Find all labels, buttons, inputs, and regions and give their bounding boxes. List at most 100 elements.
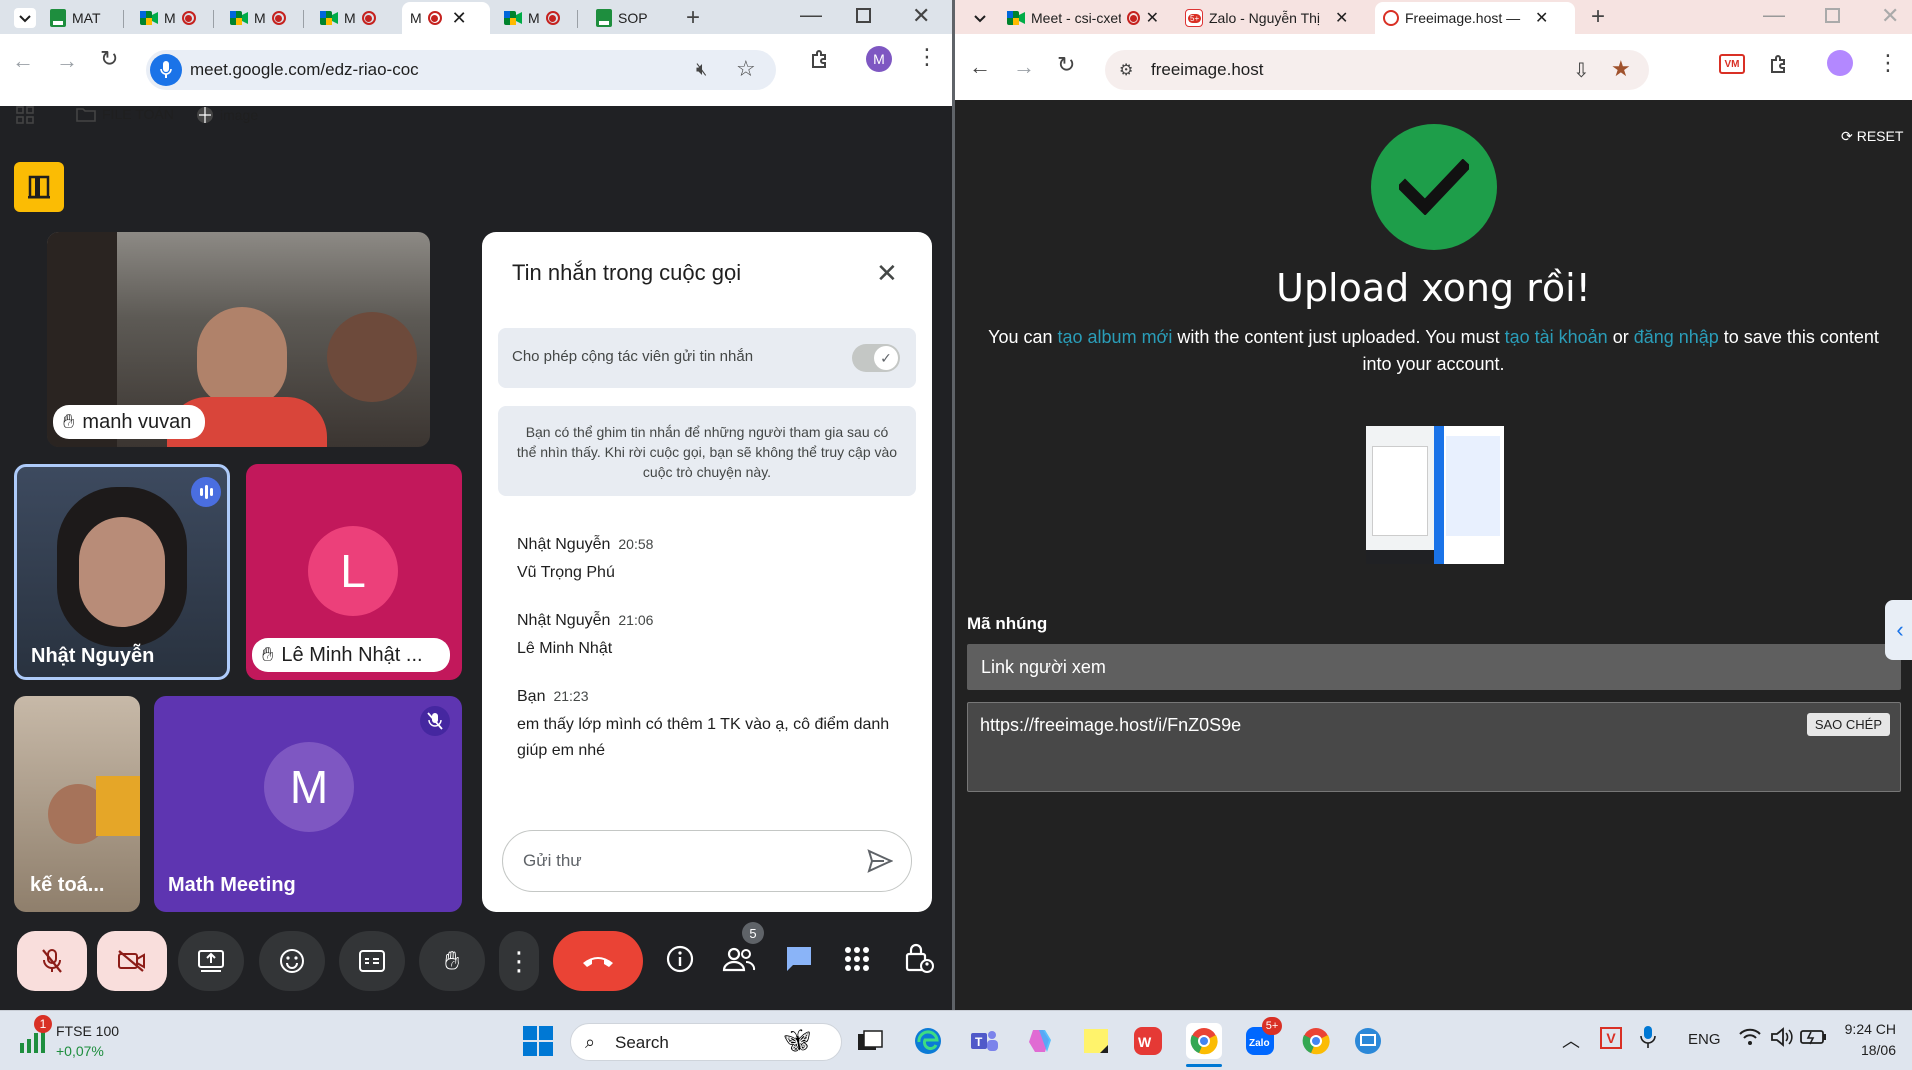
participant-tile-nhat-nguyen[interactable]: Nhật Nguyễn: [14, 464, 230, 680]
tab-mat[interactable]: MAT: [42, 2, 124, 34]
copy-button[interactable]: SAO CHÉP: [1806, 713, 1890, 736]
close-window-icon[interactable]: ✕: [1881, 3, 1899, 29]
uploaded-image-thumbnail[interactable]: [1366, 426, 1504, 564]
close-tab-icon[interactable]: ✕: [1335, 8, 1348, 28]
minimize-icon[interactable]: —: [1763, 2, 1785, 28]
more-options-button[interactable]: ⋮: [499, 931, 539, 991]
edge-icon[interactable]: [910, 1023, 946, 1059]
bookmark-star-icon[interactable]: ☆: [736, 56, 756, 82]
reload-icon[interactable]: ↻: [100, 46, 118, 72]
teams-icon[interactable]: T: [966, 1023, 1002, 1059]
login-link[interactable]: đăng nhập: [1634, 327, 1719, 347]
address-bar[interactable]: meet.google.com/edz-riao-coc 🔇︎ ☆: [146, 50, 776, 90]
microphone-tray-icon[interactable]: [1640, 1025, 1656, 1049]
bookmark-file-toan[interactable]: FILE TOÁN: [76, 106, 174, 122]
reset-button[interactable]: ⟳ RESET: [1841, 128, 1903, 145]
microphone-off-button[interactable]: [17, 931, 87, 991]
close-tab-icon[interactable]: ✕: [1535, 8, 1548, 28]
start-button[interactable]: [522, 1025, 554, 1057]
forward-icon[interactable]: →: [56, 48, 78, 74]
extensions-icon[interactable]: [808, 47, 832, 71]
embed-code-textarea[interactable]: https://freeimage.host/i/FnZ0S9e SAO CHÉ…: [967, 702, 1901, 792]
close-tab-icon[interactable]: ✕: [1146, 8, 1159, 28]
sticky-notes-icon[interactable]: [1078, 1023, 1114, 1059]
chat-message-input[interactable]: Gửi thư: [502, 830, 912, 892]
captions-button[interactable]: [339, 931, 405, 991]
participant-tile-ke-toan[interactable]: kế toá...: [14, 696, 140, 912]
tab-sop[interactable]: SOP: [588, 2, 670, 34]
language-indicator[interactable]: ENG: [1688, 1031, 1721, 1048]
vm-tray-icon[interactable]: V: [1600, 1027, 1622, 1049]
participant-tile-math-meeting[interactable]: M Math Meeting: [154, 696, 462, 912]
microphone-in-use-icon[interactable]: [150, 54, 182, 86]
wps-office-icon[interactable]: W: [1130, 1023, 1166, 1059]
show-hidden-icons-icon[interactable]: ︿: [1562, 1027, 1580, 1053]
bookmark-image[interactable]: image: [196, 106, 258, 124]
participant-tile-le-minh-nhat[interactable]: L ✋︎ Lê Minh Nhật ...: [246, 464, 462, 680]
back-icon[interactable]: ←: [12, 48, 34, 74]
tab-search-button[interactable]: [14, 8, 36, 28]
install-app-icon[interactable]: ⇩: [1573, 58, 1590, 83]
stock-widget[interactable]: 1: [18, 1015, 52, 1055]
tab-meet-active[interactable]: M ✕: [402, 2, 490, 34]
copilot-icon[interactable]: [1022, 1023, 1058, 1059]
allow-messages-toggle[interactable]: ✓: [852, 344, 900, 372]
side-panel-chevron-icon[interactable]: ‹: [1885, 600, 1912, 660]
reload-icon[interactable]: ↻: [1057, 52, 1075, 78]
wifi-icon[interactable]: [1738, 1027, 1762, 1047]
close-window-icon[interactable]: ✕: [912, 3, 930, 29]
activities-button[interactable]: [844, 946, 870, 972]
profile-avatar[interactable]: M: [866, 46, 892, 72]
profile-avatar[interactable]: [1827, 50, 1853, 76]
leave-call-button[interactable]: [553, 931, 643, 991]
meeting-activity-icon[interactable]: [14, 162, 64, 212]
embed-type-select[interactable]: Link người xem: [967, 644, 1901, 690]
zalo-app-icon[interactable]: Zalo 5+: [1242, 1017, 1282, 1059]
apps-icon[interactable]: [16, 106, 34, 124]
tab-freeimage[interactable]: Freeimage.host — ✕: [1375, 2, 1575, 34]
send-icon[interactable]: [867, 849, 893, 873]
clock-time[interactable]: 9:24 CH: [1836, 1021, 1896, 1037]
new-tab-icon[interactable]: +: [1591, 3, 1605, 31]
camera-off-button[interactable]: [97, 931, 167, 991]
extension-vm-icon[interactable]: VM: [1719, 54, 1745, 74]
close-tab-icon[interactable]: ✕: [452, 8, 467, 29]
remote-desktop-icon[interactable]: [1350, 1023, 1386, 1059]
chrome-profile-2-icon[interactable]: [1298, 1023, 1334, 1059]
present-screen-button[interactable]: [178, 931, 244, 991]
tab-meet-4[interactable]: M: [496, 2, 578, 34]
chrome-profile-m-icon[interactable]: [1186, 1023, 1222, 1067]
audio-muted-icon[interactable]: 🔇︎: [696, 59, 707, 80]
new-tab-icon[interactable]: +: [686, 4, 700, 32]
people-button[interactable]: 5: [722, 922, 764, 974]
task-view-icon[interactable]: [852, 1023, 888, 1059]
tab-meet-1[interactable]: M: [132, 2, 214, 34]
host-controls-button[interactable]: [904, 942, 934, 974]
menu-kebab-icon[interactable]: ⋮: [916, 44, 938, 70]
bookmark-star-icon[interactable]: ★: [1611, 56, 1631, 82]
site-info-icon[interactable]: ⚙: [1119, 60, 1133, 80]
tab-search-button[interactable]: [969, 8, 991, 28]
menu-kebab-icon[interactable]: ⋮: [1877, 50, 1899, 76]
minimize-icon[interactable]: —: [800, 2, 822, 28]
address-bar[interactable]: ⚙ freeimage.host ⇩ ★: [1105, 50, 1649, 90]
create-album-link[interactable]: tạo album mới: [1058, 327, 1173, 347]
maximize-icon[interactable]: [856, 8, 871, 23]
volume-icon[interactable]: [1770, 1027, 1794, 1047]
maximize-icon[interactable]: [1825, 8, 1840, 23]
extensions-icon[interactable]: [1767, 52, 1791, 76]
tab-meet[interactable]: Meet - csi-cxet ✕: [999, 2, 1167, 34]
reactions-button[interactable]: [259, 931, 325, 991]
clock-date[interactable]: 18/06: [1836, 1042, 1896, 1058]
create-account-link[interactable]: tạo tài khoản: [1505, 327, 1608, 347]
meeting-info-icon[interactable]: [665, 944, 695, 974]
raise-hand-button[interactable]: ✋︎: [419, 931, 485, 991]
battery-icon[interactable]: [1800, 1028, 1828, 1046]
taskbar-search-box[interactable]: ⌕ Search 🦋︎: [570, 1023, 842, 1061]
participant-tile-manh-vuvan[interactable]: ✋︎ manh vuvan: [47, 232, 430, 447]
back-icon[interactable]: ←: [969, 54, 991, 80]
close-chat-icon[interactable]: ✕: [876, 258, 898, 289]
tab-meet-3[interactable]: M: [312, 2, 394, 34]
chat-button[interactable]: [784, 944, 814, 974]
tab-meet-2[interactable]: M: [222, 2, 304, 34]
